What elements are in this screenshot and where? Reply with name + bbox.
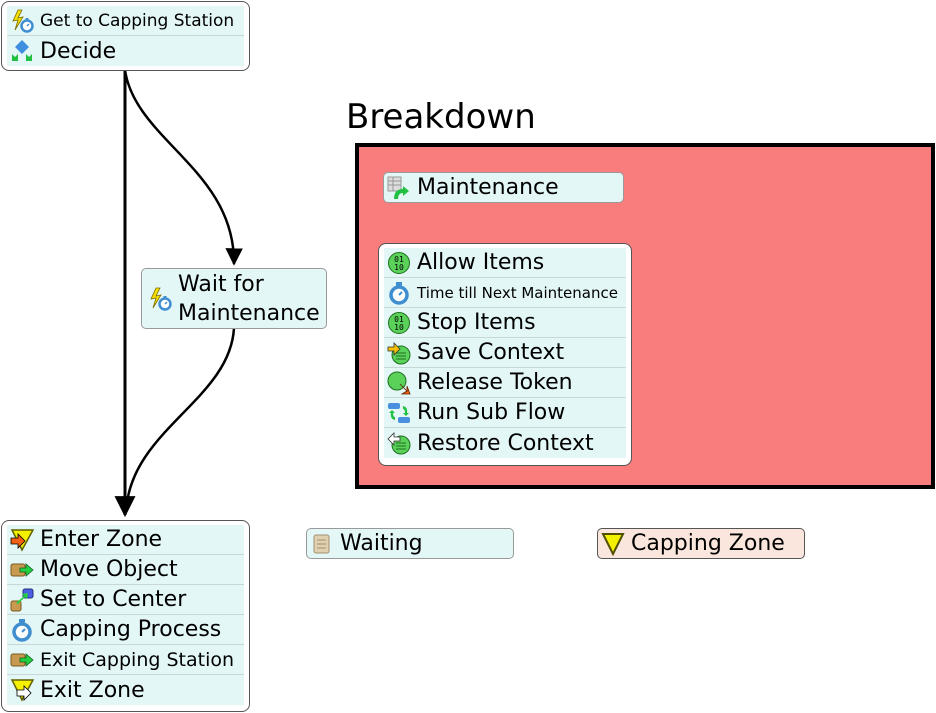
event-timer-icon (148, 287, 172, 311)
activity-label: Time till Next Maintenance (417, 283, 618, 302)
activity-decide[interactable]: Decide (7, 36, 244, 66)
activity-exit-zone[interactable]: Exit Zone (7, 675, 244, 705)
activity-label: Restore Context (417, 430, 594, 456)
activity-run-sub-flow[interactable]: Run Sub Flow (384, 398, 626, 428)
restore-context-icon (387, 431, 411, 455)
activity-label: Save Context (417, 340, 565, 365)
activity-exit-capping-station[interactable]: Exit Capping Station (7, 645, 244, 675)
top-activity-block[interactable]: Get to Capping Station Decide (1, 1, 250, 71)
activity-label: Exit Capping Station (40, 648, 235, 671)
binary-icon (387, 251, 411, 275)
activity-allow-items[interactable]: Allow Items (384, 248, 626, 278)
activity-restore-context[interactable]: Restore Context (384, 428, 626, 458)
activity-label: Move Object (40, 557, 178, 582)
activity-time-till-next-maintenance[interactable]: Time till Next Maintenance (384, 278, 626, 308)
activity-label: Stop Items (417, 310, 536, 335)
activity-label: Release Token (417, 370, 573, 395)
activity-stop-items[interactable]: Stop Items (384, 308, 626, 338)
schedule-source-icon (387, 176, 411, 200)
release-token-icon (387, 371, 411, 395)
delay-timer-icon (10, 618, 34, 642)
activity-label: Wait for Maintenance (178, 270, 320, 328)
activity-label: Maintenance (417, 175, 559, 200)
zone-icon (601, 532, 625, 556)
activity-save-context[interactable]: Save Context (384, 338, 626, 368)
activity-label: Allow Items (417, 250, 545, 275)
decide-icon (10, 39, 34, 63)
activity-label: Capping Process (40, 617, 222, 642)
activity-move-object[interactable]: Move Object (7, 555, 244, 585)
shared-asset-capping-zone[interactable]: Capping Zone (597, 528, 805, 559)
bottom-activity-block[interactable]: Enter Zone Move Object Set to Center Cap… (1, 520, 250, 712)
list-scroll-icon (310, 532, 334, 556)
activity-enter-zone[interactable]: Enter Zone (7, 525, 244, 555)
activity-label: Exit Zone (40, 677, 145, 703)
save-context-icon (387, 341, 411, 365)
activity-label: Set to Center (40, 587, 187, 612)
activity-label: Run Sub Flow (417, 400, 566, 425)
delay-timer-icon (387, 281, 411, 305)
binary-icon (387, 311, 411, 335)
asset-label: Waiting (340, 531, 423, 556)
enter-zone-icon (10, 528, 34, 552)
exit-zone-icon (10, 678, 34, 702)
move-object-icon (10, 648, 34, 672)
activity-set-to-center[interactable]: Set to Center (7, 585, 244, 615)
activity-label: Get to Capping Station (40, 10, 235, 31)
link-wait-to-enter-zone (124, 327, 236, 513)
activity-capping-process[interactable]: Capping Process (7, 615, 244, 645)
label-line: Maintenance (178, 300, 320, 326)
move-object-icon (10, 558, 34, 582)
asset-label: Capping Zone (631, 531, 785, 556)
link-decide-to-wait (123, 69, 243, 266)
shared-asset-waiting-list[interactable]: Waiting (306, 528, 514, 559)
breakdown-activity-block[interactable]: Allow Items Time till Next Maintenance S… (378, 243, 632, 466)
activity-get-to-capping-station[interactable]: Get to Capping Station (7, 6, 244, 36)
event-timer-icon (10, 9, 34, 33)
run-subflow-icon (387, 401, 411, 425)
activity-wait-for-maintenance[interactable]: Wait for Maintenance (141, 268, 327, 329)
breakdown-title: Breakdown (346, 97, 536, 137)
activity-label: Decide (40, 38, 117, 64)
activity-label: Enter Zone (40, 527, 163, 552)
activity-maintenance[interactable]: Maintenance (383, 172, 624, 203)
label-line: Wait for (178, 271, 264, 297)
activity-release-token[interactable]: Release Token (384, 368, 626, 398)
set-center-icon (10, 588, 34, 612)
